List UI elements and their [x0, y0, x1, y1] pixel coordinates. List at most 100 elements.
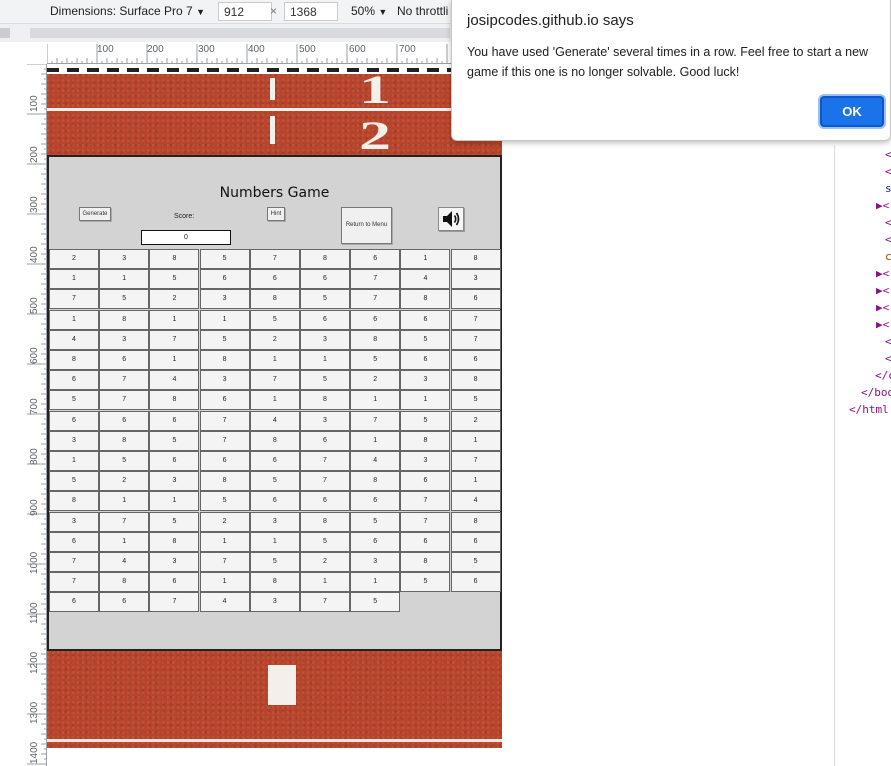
grid-cell[interactable]: 3 — [400, 370, 451, 391]
grid-cell[interactable]: 3 — [199, 289, 250, 310]
grid-cell[interactable]: 7 — [350, 289, 401, 310]
grid-cell[interactable]: 6 — [300, 491, 350, 512]
sound-toggle-button[interactable] — [438, 207, 464, 231]
grid-cell[interactable]: 1 — [300, 572, 350, 593]
grid-cell[interactable]: 8 — [99, 572, 150, 593]
grid-cell[interactable]: 6 — [350, 531, 401, 552]
grid-cell[interactable]: 7 — [49, 289, 99, 310]
grid-cell[interactable]: 5 — [49, 471, 99, 492]
grid-cell[interactable]: 3 — [350, 552, 401, 572]
grid-cell[interactable]: 1 — [149, 350, 200, 370]
grid-cell[interactable]: 3 — [300, 410, 350, 431]
hint-button[interactable]: Hint — [267, 207, 285, 221]
grid-cell[interactable]: 8 — [450, 511, 501, 532]
dom-node-line[interactable]: </c — [875, 369, 891, 382]
grid-cell[interactable]: 5 — [149, 511, 200, 532]
grid-cell[interactable]: 6 — [199, 269, 250, 290]
grid-cell[interactable]: 8 — [99, 309, 150, 330]
dom-node-line[interactable]: < — [885, 165, 891, 178]
grid-cell[interactable]: 6 — [149, 451, 200, 471]
grid-cell[interactable]: 1 — [99, 269, 150, 290]
grid-cell[interactable]: 5 — [199, 329, 250, 350]
grid-cell[interactable]: 1 — [350, 390, 401, 411]
grid-cell[interactable]: 3 — [99, 249, 150, 269]
grid-cell[interactable]: 6 — [49, 531, 99, 552]
grid-cell[interactable]: 7 — [99, 511, 150, 532]
grid-cell[interactable]: 3 — [149, 552, 200, 572]
grid-cell[interactable]: 5 — [149, 269, 200, 290]
dom-node-line[interactable]: < — [885, 233, 891, 246]
height-input[interactable]: 1368 — [284, 2, 338, 21]
generate-button[interactable]: Generate — [79, 207, 111, 221]
grid-cell[interactable]: 6 — [49, 410, 99, 431]
grid-cell[interactable]: 8 — [450, 370, 501, 391]
grid-cell[interactable]: 7 — [149, 329, 200, 350]
grid-cell[interactable]: 6 — [99, 350, 150, 370]
grid-cell[interactable]: 4 — [49, 329, 99, 350]
grid-cell[interactable]: 5 — [300, 531, 350, 552]
grid-cell[interactable]: 5 — [350, 511, 401, 532]
dom-node-line[interactable]: ▶< — [876, 199, 889, 212]
grid-cell[interactable]: 1 — [199, 531, 250, 552]
grid-cell[interactable]: 7 — [450, 309, 501, 330]
grid-cell[interactable]: 6 — [450, 531, 501, 552]
grid-cell[interactable]: 8 — [149, 390, 200, 411]
dom-node-line[interactable]: </html — [849, 403, 889, 416]
grid-cell[interactable]: 6 — [49, 592, 99, 613]
grid-cell[interactable]: 4 — [199, 592, 250, 613]
grid-cell[interactable]: 1 — [149, 309, 200, 330]
grid-cell[interactable]: 1 — [400, 390, 451, 411]
dimensions-dropdown[interactable]: Dimensions: Surface Pro 7 ▼ — [50, 4, 205, 18]
grid-cell[interactable]: 7 — [249, 249, 300, 269]
grid-cell[interactable]: 2 — [149, 289, 200, 310]
grid-cell[interactable]: 5 — [249, 552, 300, 572]
grid-cell[interactable]: 8 — [350, 471, 401, 492]
grid-cell[interactable]: 3 — [49, 511, 99, 532]
grid-cell[interactable]: 2 — [49, 249, 99, 269]
grid-cell[interactable]: 8 — [400, 430, 451, 451]
grid-cell[interactable]: 1 — [450, 471, 501, 492]
ok-button[interactable]: OK — [820, 96, 884, 127]
grid-cell[interactable]: 8 — [300, 249, 350, 269]
grid-cell[interactable]: 3 — [99, 329, 150, 350]
grid-cell[interactable]: 3 — [49, 430, 99, 451]
grid-cell[interactable]: 4 — [400, 269, 451, 290]
grid-cell[interactable]: 5 — [350, 350, 401, 370]
grid-cell[interactable]: 1 — [99, 491, 150, 512]
grid-cell[interactable]: 1 — [249, 390, 300, 411]
grid-cell[interactable]: 2 — [300, 552, 350, 572]
grid-cell[interactable]: 2 — [450, 410, 501, 431]
return-to-menu-button[interactable]: Return to Menu — [341, 207, 392, 244]
grid-cell[interactable]: 8 — [149, 531, 200, 552]
grid-cell[interactable]: 6 — [249, 491, 300, 512]
grid-cell[interactable]: 6 — [450, 289, 501, 310]
grid-cell[interactable]: 4 — [249, 410, 300, 431]
grid-cell[interactable]: 2 — [199, 511, 250, 532]
grid-cell[interactable]: 7 — [49, 572, 99, 593]
grid-cell[interactable]: 6 — [450, 350, 501, 370]
dom-node-line[interactable]: < — [885, 148, 891, 161]
grid-cell[interactable]: 8 — [99, 430, 150, 451]
grid-cell[interactable]: 1 — [249, 531, 300, 552]
grid-cell[interactable]: 6 — [199, 390, 250, 411]
grid-cell[interactable]: 5 — [400, 410, 451, 431]
grid-cell[interactable]: 3 — [450, 269, 501, 290]
grid-cell[interactable]: 7 — [300, 471, 350, 492]
grid-cell[interactable]: 6 — [249, 451, 300, 471]
grid-cell[interactable]: 5 — [450, 552, 501, 572]
dom-node-line[interactable]: ▶< — [876, 284, 889, 297]
grid-cell[interactable]: 4 — [350, 451, 401, 471]
grid-cell[interactable]: 3 — [300, 329, 350, 350]
grid-cell[interactable]: 7 — [99, 370, 150, 391]
dom-node-line[interactable]: ▶< — [876, 301, 889, 314]
grid-cell[interactable]: 8 — [300, 390, 350, 411]
grid-cell[interactable]: 5 — [149, 430, 200, 451]
dom-node-line[interactable]: ▶< — [876, 267, 889, 280]
grid-cell[interactable]: 1 — [350, 430, 401, 451]
width-input[interactable]: 912 — [218, 2, 272, 21]
grid-cell[interactable]: 7 — [400, 491, 451, 512]
grid-cell[interactable]: 3 — [149, 471, 200, 492]
grid-cell[interactable]: 8 — [450, 249, 501, 269]
grid-cell[interactable]: 5 — [249, 471, 300, 492]
grid-cell[interactable]: 7 — [149, 592, 200, 613]
